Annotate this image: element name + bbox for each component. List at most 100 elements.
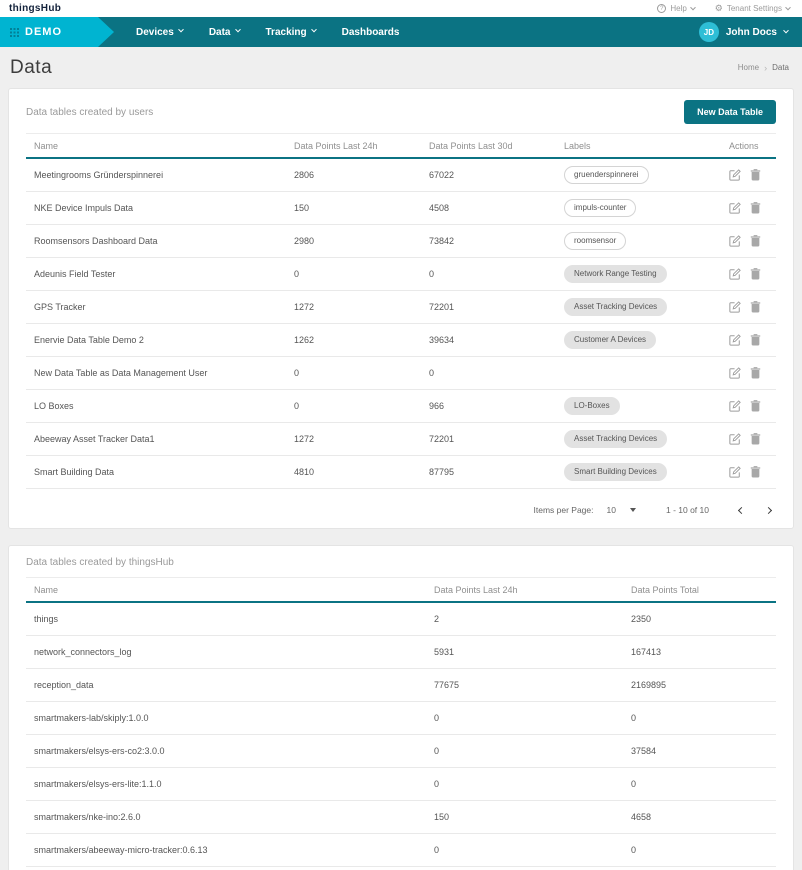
table-header-row: Name Data Points Last 24h Data Points La… xyxy=(26,133,776,159)
points-24h-cell: 1262 xyxy=(286,335,421,345)
paginator: Items per Page: 10 1 - 10 of 10 xyxy=(9,489,793,531)
points-24h-cell: 0 xyxy=(426,746,623,756)
table-row: New Data Table as Data Management User 0… xyxy=(26,357,776,390)
topbar: thingsHub ? Help ⚙ Tenant Settings xyxy=(0,0,802,17)
points-30d-cell: 87795 xyxy=(421,467,556,477)
delete-icon[interactable] xyxy=(750,367,761,379)
table-row: Adeunis Field Tester 0 0 Network Range T… xyxy=(26,258,776,291)
table-name-cell: New Data Table as Data Management User xyxy=(26,368,286,378)
chevron-left-icon xyxy=(738,506,745,513)
nav-item-dashboards[interactable]: Dashboards xyxy=(342,27,400,38)
select-arrow-icon xyxy=(630,508,636,512)
nav-menu: Devices Data Tracking Dashboards xyxy=(136,27,399,38)
points-24h-cell: 0 xyxy=(426,713,623,723)
edit-icon[interactable] xyxy=(729,433,741,445)
points-30d-cell: 39634 xyxy=(421,335,556,345)
table-row: smartmakers/elsys-ers-lite:1.1.0 0 0 xyxy=(26,768,776,801)
help-label: Help xyxy=(670,4,686,13)
table-row: smartmakers/elsys-ers-co2:3.0.0 0 37584 xyxy=(26,735,776,768)
table-name-cell: Smart Building Data xyxy=(26,467,286,477)
points-24h-cell: 0 xyxy=(286,368,421,378)
table-row: Enervie Data Table Demo 2 1262 39634 Cus… xyxy=(26,324,776,357)
table-name-cell: smartmakers-lab/skiply:1.0.0 xyxy=(26,713,426,723)
delete-icon[interactable] xyxy=(750,433,761,445)
gear-icon: ⚙ xyxy=(715,4,723,13)
card-title: Data tables created by users xyxy=(26,107,153,118)
points-24h-cell: 150 xyxy=(426,812,623,822)
edit-icon[interactable] xyxy=(729,466,741,478)
label-chip: Customer A Devices xyxy=(564,331,656,349)
system-tables-table: Name Data Points Last 24h Data Points To… xyxy=(26,577,776,867)
apps-grid-icon xyxy=(10,28,19,37)
table-row: network_connectors_log 5931 167413 xyxy=(26,636,776,669)
points-30d-cell: 67022 xyxy=(421,170,556,180)
table-row: things 2 2350 xyxy=(26,603,776,636)
points-24h-cell: 1272 xyxy=(286,302,421,312)
column-header-points-24h: Data Points Last 24h xyxy=(286,141,421,151)
table-name-cell: things xyxy=(26,614,426,624)
column-header-labels: Labels xyxy=(556,141,721,151)
points-24h-cell: 0 xyxy=(286,401,421,411)
edit-icon[interactable] xyxy=(729,334,741,346)
column-header-name: Name xyxy=(26,141,286,151)
table-name-cell: smartmakers/nke-ino:2.6.0 xyxy=(26,812,426,822)
delete-icon[interactable] xyxy=(750,202,761,214)
nav-item-data[interactable]: Data xyxy=(209,27,240,38)
delete-icon[interactable] xyxy=(750,466,761,478)
page-range-label: 1 - 10 of 10 xyxy=(666,505,709,515)
label-chip: LO-Boxes xyxy=(564,397,620,415)
table-row: Meetingrooms Gründerspinnerei 2806 67022… xyxy=(26,159,776,192)
edit-icon[interactable] xyxy=(729,202,741,214)
delete-icon[interactable] xyxy=(750,235,761,247)
next-page-button[interactable] xyxy=(766,508,771,513)
tenant-settings-menu[interactable]: ⚙ Tenant Settings xyxy=(715,4,790,13)
previous-page-button[interactable] xyxy=(739,508,744,513)
delete-icon[interactable] xyxy=(750,301,761,313)
label-chip: Asset Tracking Devices xyxy=(564,298,667,316)
user-menu[interactable]: JD John Docs xyxy=(699,22,788,42)
table-row: smartmakers/abeeway-micro-tracker:0.6.13… xyxy=(26,834,776,867)
delete-icon[interactable] xyxy=(750,334,761,346)
edit-icon[interactable] xyxy=(729,235,741,247)
points-24h-cell: 0 xyxy=(426,779,623,789)
edit-icon[interactable] xyxy=(729,301,741,313)
points-24h-cell: 2980 xyxy=(286,236,421,246)
label-chip: Asset Tracking Devices xyxy=(564,430,667,448)
edit-icon[interactable] xyxy=(729,169,741,181)
label-chip: impuls-counter xyxy=(564,199,636,217)
new-data-table-button[interactable]: New Data Table xyxy=(684,100,776,124)
label-chip: roomsensor xyxy=(564,232,626,250)
points-24h-cell: 5931 xyxy=(426,647,623,657)
points-30d-cell: 0 xyxy=(421,368,556,378)
points-total-cell: 4658 xyxy=(623,812,778,822)
edit-icon[interactable] xyxy=(729,367,741,379)
points-24h-cell: 77675 xyxy=(426,680,623,690)
breadcrumb-home[interactable]: Home xyxy=(738,63,759,72)
delete-icon[interactable] xyxy=(750,400,761,412)
nav-item-tracking[interactable]: Tracking xyxy=(266,27,316,38)
table-name-cell: reception_data xyxy=(26,680,426,690)
tenant-selector[interactable]: DEMO xyxy=(0,17,114,47)
chevron-down-icon xyxy=(311,27,317,33)
table-row: Abeeway Asset Tracker Data1 1272 72201 A… xyxy=(26,423,776,456)
edit-icon[interactable] xyxy=(729,400,741,412)
points-24h-cell: 4810 xyxy=(286,467,421,477)
delete-icon[interactable] xyxy=(750,268,761,280)
points-24h-cell: 150 xyxy=(286,203,421,213)
items-per-page-select[interactable]: 10 xyxy=(607,505,636,515)
column-header-points-30d: Data Points Last 30d xyxy=(421,141,556,151)
help-menu[interactable]: ? Help xyxy=(657,4,694,13)
delete-icon[interactable] xyxy=(750,169,761,181)
table-name-cell: GPS Tracker xyxy=(26,302,286,312)
points-24h-cell: 2806 xyxy=(286,170,421,180)
edit-icon[interactable] xyxy=(729,268,741,280)
table-name-cell: Enervie Data Table Demo 2 xyxy=(26,335,286,345)
table-name-cell: network_connectors_log xyxy=(26,647,426,657)
breadcrumb-current: Data xyxy=(772,63,789,72)
chevron-down-icon xyxy=(178,27,184,33)
app-logo[interactable]: thingsHub xyxy=(9,3,61,14)
nav-item-devices[interactable]: Devices xyxy=(136,27,183,38)
table-name-cell: smartmakers/elsys-ers-lite:1.1.0 xyxy=(26,779,426,789)
label-chip: gruenderspinnerei xyxy=(564,166,649,184)
chevron-down-icon xyxy=(783,28,789,34)
